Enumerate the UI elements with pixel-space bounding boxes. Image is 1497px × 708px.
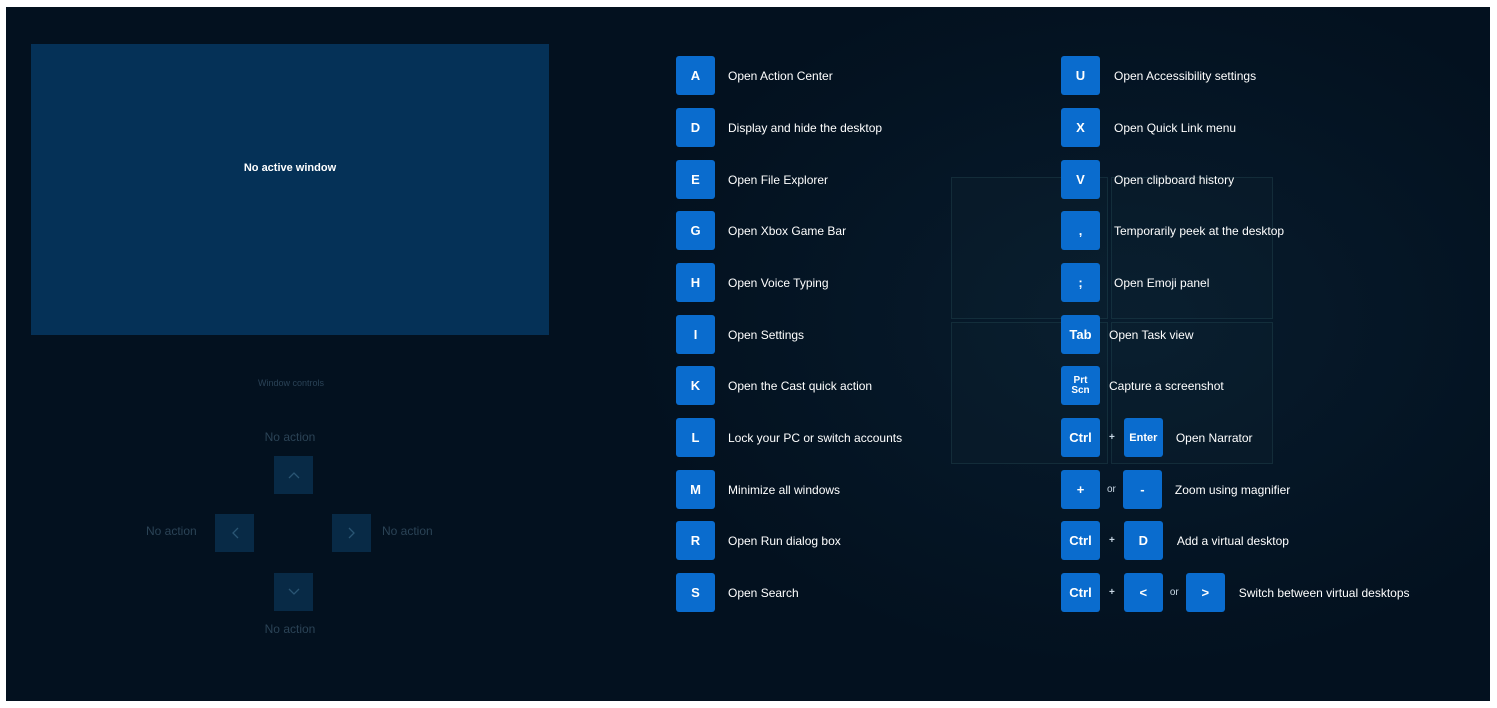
shortcut-desc-k: Open the Cast quick action [728, 378, 873, 393]
shortcut-row-h: H Open Voice Typing [676, 263, 829, 302]
plus-separator: + [1109, 535, 1115, 546]
shortcut-desc-l: Lock your PC or switch accounts [728, 430, 903, 445]
shortcut-desc-switch-desktop: Switch between virtual desktops [1238, 585, 1410, 600]
key-minus: - [1122, 470, 1162, 509]
chevron-right-icon [348, 527, 355, 539]
shortcut-row-semicolon: ; Open Emoji panel [1061, 263, 1209, 302]
shortcut-desc-s: Open Search [728, 585, 799, 600]
key-ctrl: Ctrl [1061, 521, 1100, 560]
key-k: K [676, 366, 715, 405]
key-v: V [1061, 160, 1100, 199]
shortcut-desc-v: Open clipboard history [1114, 172, 1235, 187]
shortcut-row-s: S Open Search [676, 573, 799, 612]
key-g: G [676, 211, 715, 250]
key-u: U [1061, 56, 1100, 95]
key-s: S [676, 573, 715, 612]
key-left-arrow: < [1123, 573, 1163, 612]
shortcut-row-m: M Minimize all windows [676, 470, 840, 509]
key-enter: Enter [1123, 418, 1163, 457]
shortcut-row-a: A Open Action Center [676, 56, 833, 95]
shortcut-desc-semicolon: Open Emoji panel [1114, 275, 1210, 290]
key-prtscn: Prt Scn [1061, 366, 1100, 405]
key-comma: , [1061, 211, 1100, 250]
shortcut-desc-magnifier: Zoom using magnifier [1174, 482, 1291, 497]
shortcut-row-switch-desktop: Ctrl + < or > Switch between virtual des… [1061, 573, 1410, 612]
shortcut-row-add-desktop: Ctrl + D Add a virtual desktop [1061, 521, 1289, 560]
shortcut-desc-x: Open Quick Link menu [1114, 120, 1237, 135]
shortcut-desc-a: Open Action Center [728, 68, 833, 83]
window-right-label: No action [382, 524, 433, 538]
active-window-preview: No active window [31, 44, 549, 335]
key-x: X [1061, 108, 1100, 147]
window-down-label: No action [264, 622, 316, 636]
shortcut-desc-prtscn: Capture a screenshot [1109, 378, 1224, 393]
key-ctrl: Ctrl [1061, 418, 1100, 457]
chevron-down-icon [288, 588, 299, 595]
window-left-button[interactable] [215, 514, 254, 552]
shortcut-desc-g: Open Xbox Game Bar [728, 223, 847, 238]
shortcut-row-u: U Open Accessibility settings [1061, 56, 1256, 95]
shortcut-row-prtscn: Prt Scn Capture a screenshot [1061, 366, 1224, 405]
shortcut-row-e: E Open File Explorer [676, 160, 828, 199]
shortcut-desc-tab: Open Task view [1109, 327, 1194, 342]
shortcut-desc-m: Minimize all windows [728, 482, 841, 497]
shortcut-row-i: I Open Settings [676, 315, 804, 354]
shortcut-guide-overlay: No active window Window controls No acti… [6, 7, 1490, 701]
shortcut-desc-i: Open Settings [728, 327, 805, 342]
shortcut-desc-d: Display and hide the desktop [728, 120, 883, 135]
key-tab: Tab [1061, 315, 1100, 354]
plus-separator: + [1109, 587, 1115, 598]
shortcut-row-g: G Open Xbox Game Bar [676, 211, 846, 250]
key-semicolon: ; [1061, 263, 1100, 302]
key-i: I [676, 315, 715, 354]
shortcut-desc-u: Open Accessibility settings [1114, 68, 1257, 83]
chevron-left-icon [231, 527, 238, 539]
shortcut-row-l: L Lock your PC or switch accounts [676, 418, 902, 457]
or-separator: or [1107, 484, 1116, 495]
key-prtscn-line1: Prt [1073, 374, 1088, 386]
chevron-up-icon [288, 472, 299, 479]
preview-label: No active window [243, 161, 337, 174]
shortcut-row-v: V Open clipboard history [1061, 160, 1234, 199]
key-h: H [676, 263, 715, 302]
shortcut-desc-h: Open Voice Typing [728, 275, 829, 290]
shortcut-row-magnifier: + or - Zoom using magnifier [1061, 470, 1290, 509]
shortcut-row-comma: , Temporarily peek at the desktop [1061, 211, 1284, 250]
window-right-button[interactable] [332, 514, 371, 552]
shortcut-desc-e: Open File Explorer [728, 172, 829, 187]
shortcut-row-r: R Open Run dialog box [676, 521, 841, 560]
key-plus: + [1061, 470, 1100, 509]
window-down-button[interactable] [274, 573, 313, 611]
key-d: D [1123, 521, 1163, 560]
key-l: L [676, 418, 715, 457]
window-left-label: No action [146, 524, 197, 538]
key-a: A [676, 56, 715, 95]
key-r: R [676, 521, 715, 560]
window-up-button[interactable] [274, 456, 313, 494]
key-m: M [676, 470, 715, 509]
shortcut-row-d: D Display and hide the desktop [676, 108, 882, 147]
key-e: E [676, 160, 715, 199]
plus-separator: + [1109, 432, 1115, 443]
shortcut-row-narrator: Ctrl + Enter Open Narrator [1061, 418, 1253, 457]
window-controls-title: Window controls [257, 378, 325, 388]
shortcut-desc-r: Open Run dialog box [728, 533, 841, 548]
shortcut-row-tab: Tab Open Task view [1061, 315, 1194, 354]
key-prtscn-line2: Scn [1071, 384, 1090, 396]
key-ctrl: Ctrl [1061, 573, 1100, 612]
shortcut-desc-narrator: Open Narrator [1175, 430, 1253, 445]
shortcut-row-x: X Open Quick Link menu [1061, 108, 1236, 147]
window-up-label: No action [264, 430, 316, 444]
key-right-arrow: > [1185, 573, 1225, 612]
key-d: D [676, 108, 715, 147]
or-separator: or [1169, 587, 1179, 598]
shortcut-desc-add-desktop: Add a virtual desktop [1176, 533, 1289, 548]
shortcut-desc-comma: Temporarily peek at the desktop [1114, 223, 1285, 238]
shortcut-row-k: K Open the Cast quick action [676, 366, 872, 405]
